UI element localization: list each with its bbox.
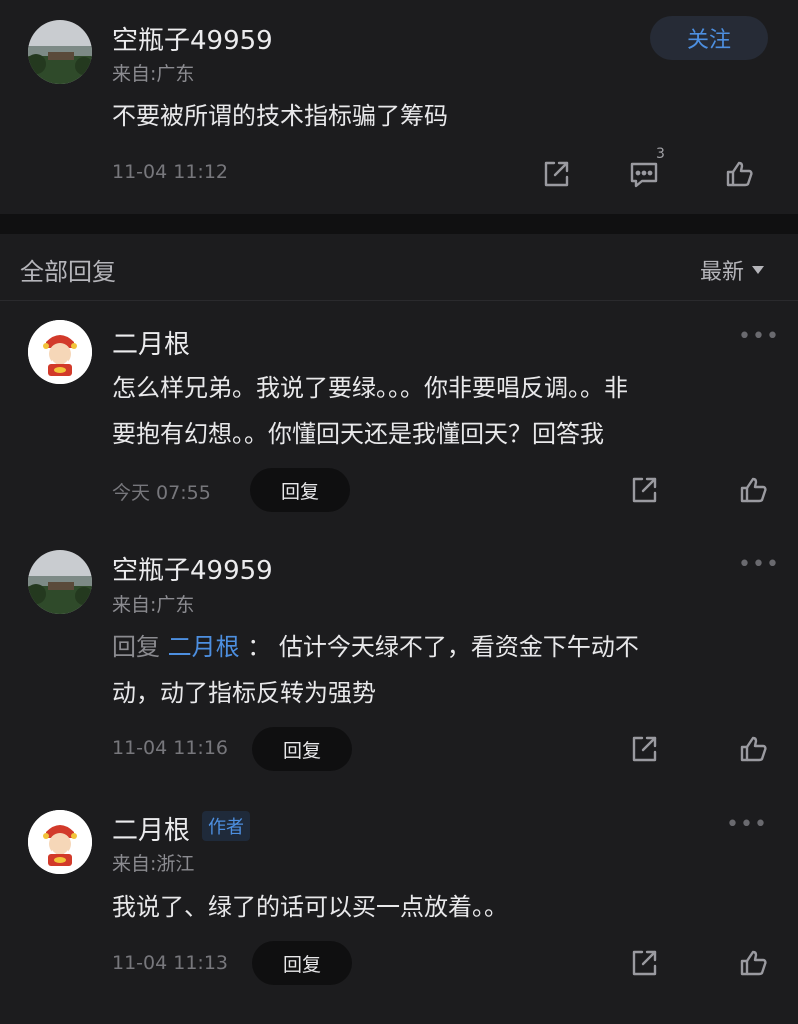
post-time: 11-04 11:12 [112,161,229,183]
comment-text-line: 回复 二月根 ： 估计今天绿不了，看资金下午动不 [112,624,639,670]
original-post: 空瓶子49959 来自:广东 关注 不要被所谓的技术指标骗了筹码 11-04 1… [0,0,798,214]
user-avatar[interactable] [28,320,92,384]
like-icon[interactable] [724,158,756,190]
more-options-icon[interactable]: ••• [738,324,780,349]
location: 来自:浙江 [112,853,195,875]
caret-down-icon [752,266,764,274]
section-divider [0,214,798,234]
like-icon[interactable] [738,474,770,506]
comment-time: 11-04 11:16 [112,737,229,759]
comment-count: 3 [656,146,665,162]
replies-title: 全部回复 [20,258,116,286]
sort-dropdown[interactable]: 最新 [700,254,764,286]
comment-time: 今天 07:55 [112,482,211,504]
comment-time: 11-04 11:13 [112,952,229,974]
share-icon[interactable] [540,158,572,190]
user-avatar[interactable] [28,550,92,614]
reply-colon: ： [247,633,272,661]
replies-header: 全部回复 最新 [0,234,798,301]
like-icon[interactable] [738,733,770,765]
share-icon[interactable] [628,733,660,765]
comment-text-line: 动，动了指标反转为强势 [112,679,376,707]
comment-text-line: 怎么样兄弟。我说了要绿。。。你非要唱反调。。非 [112,374,628,402]
reply-mention-link[interactable]: 二月根 [168,633,240,661]
location: 来自:广东 [112,63,195,85]
username[interactable]: 空瓶子49959 [112,550,273,587]
user-avatar[interactable] [28,810,92,874]
comment-text-line: 要抱有幻想。。你懂回天还是我懂回天？回答我 [112,420,604,448]
comment-text-line: 我说了、绿了的话可以买一点放着。。 [112,893,508,921]
more-options-icon[interactable]: ••• [738,552,780,577]
reply-button[interactable]: 回复 [252,941,352,985]
comment-icon[interactable] [628,158,660,190]
location: 来自:广东 [112,594,195,616]
reply-button[interactable]: 回复 [252,727,352,771]
share-icon[interactable] [628,474,660,506]
username[interactable]: 二月根 [112,810,190,847]
sort-label: 最新 [699,260,744,285]
more-options-icon[interactable]: ••• [726,812,768,837]
author-badge: 作者 [202,811,250,841]
like-icon[interactable] [738,947,770,979]
reply-text: 估计今天绿不了，看资金下午动不 [278,633,639,661]
reply-button[interactable]: 回复 [250,468,350,512]
username[interactable]: 空瓶子49959 [112,20,273,57]
post-content: 不要被所谓的技术指标骗了筹码 [112,102,448,130]
username[interactable]: 二月根 [112,324,190,361]
follow-button[interactable]: 关注 [650,16,768,60]
share-icon[interactable] [628,947,660,979]
user-avatar[interactable] [28,20,92,84]
reply-prefix: 回复 [112,633,160,661]
